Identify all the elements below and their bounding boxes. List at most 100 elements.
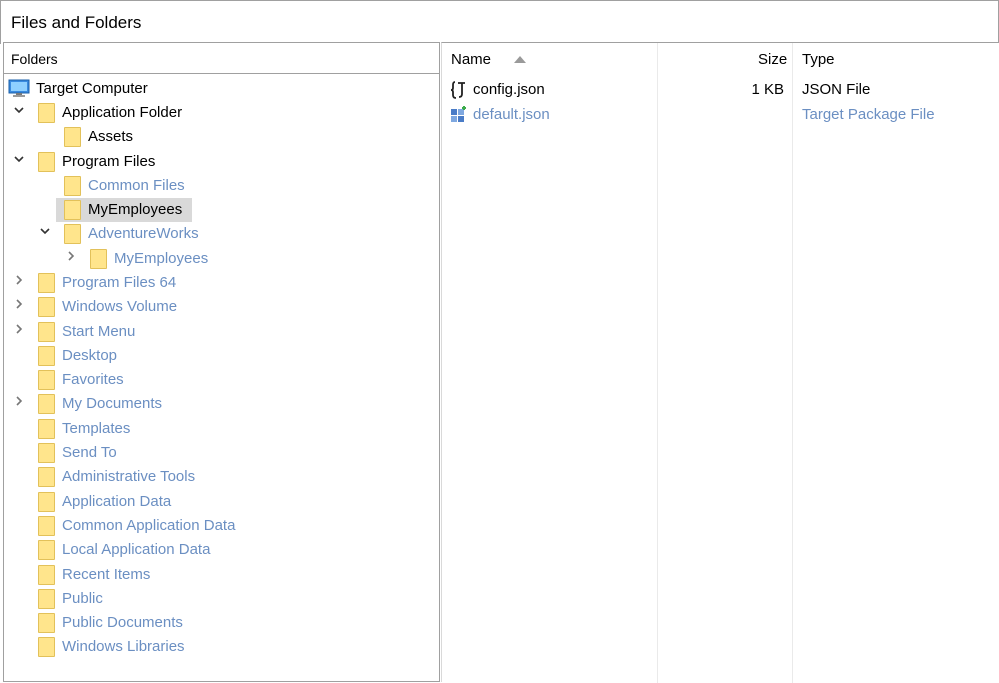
folder-icon <box>38 613 55 633</box>
tree-item-common-files[interactable]: Common Files <box>8 174 428 198</box>
file-type: Target Package File <box>802 106 935 123</box>
file-size: 1 KB <box>751 81 784 98</box>
folder-icon <box>38 492 55 512</box>
tree-item-label: MyEmployees <box>114 250 209 267</box>
files-pane: Name Size Type config.json 1 KB JSON Fil… <box>441 42 999 683</box>
tree-item-label: Windows Volume <box>62 298 178 315</box>
file-row-config-json[interactable]: config.json 1 KB JSON File <box>442 78 999 102</box>
tree-item-label: My Documents <box>62 395 163 412</box>
tree-item-label: Application Folder <box>62 104 183 121</box>
tree-item-recent-items[interactable]: Recent Items <box>8 563 428 587</box>
folder-icon <box>38 103 55 123</box>
tree-item-common-application-data[interactable]: Common Application Data <box>8 514 428 538</box>
folder-icon <box>38 443 55 463</box>
file-name: default.json <box>473 106 550 123</box>
folder-icon <box>38 637 55 657</box>
folder-icon <box>64 200 81 220</box>
tree-item-label: Target Computer <box>36 80 148 97</box>
tree-item-label: Common Files <box>88 177 185 194</box>
chevron-right-icon[interactable] <box>64 250 78 264</box>
tree-item-label: Windows Libraries <box>62 638 185 655</box>
chevron-right-icon[interactable] <box>12 298 26 312</box>
tree-item-label: Common Application Data <box>62 517 236 534</box>
tree-item-label: Favorites <box>62 371 124 388</box>
tree-item-local-application-data[interactable]: Local Application Data <box>8 538 428 562</box>
tree-item-label: MyEmployees <box>88 201 183 218</box>
tree-item-label: Templates <box>62 420 131 437</box>
tree-item-label: Start Menu <box>62 323 136 340</box>
tree-item-desktop[interactable]: Desktop <box>8 344 428 368</box>
tree-item-label: Program Files 64 <box>62 274 177 291</box>
tree-item-public[interactable]: Public <box>8 587 428 611</box>
folders-header-label: Folders <box>11 51 58 67</box>
chevron-down-icon[interactable] <box>38 225 52 239</box>
folder-icon <box>38 273 55 293</box>
column-header-type[interactable]: Type <box>802 51 835 68</box>
tree-item-adventureworks[interactable]: AdventureWorks <box>8 222 428 246</box>
tree-item-administrative-tools[interactable]: Administrative Tools <box>8 465 428 489</box>
tree-item-assets[interactable]: Assets <box>8 125 428 149</box>
column-divider[interactable] <box>792 43 793 683</box>
file-type: JSON File <box>802 81 871 98</box>
tree-item-program-files[interactable]: Program Files <box>8 150 428 174</box>
tree-item-label: Assets <box>88 128 134 145</box>
chevron-down-icon[interactable] <box>12 104 26 118</box>
folder-icon <box>38 297 55 317</box>
json-file-icon <box>450 80 468 100</box>
column-divider[interactable] <box>657 43 658 683</box>
window-title: Files and Folders <box>11 13 142 32</box>
tree-item-windows-volume[interactable]: Windows Volume <box>8 295 428 319</box>
window-title-bar: Files and Folders <box>0 0 999 44</box>
tree-item-label: Recent Items <box>62 566 151 583</box>
tree-item-label: Local Application Data <box>62 541 211 558</box>
folders-pane: Folders Target Computer Application Fold… <box>3 42 440 682</box>
chevron-right-icon[interactable] <box>12 395 26 409</box>
column-header-size[interactable]: Size <box>758 51 787 68</box>
tree-item-label: Program Files <box>62 153 156 170</box>
chevron-right-icon[interactable] <box>12 274 26 288</box>
tree-item-windows-libraries[interactable]: Windows Libraries <box>8 635 428 659</box>
tree-item-label: Public Documents <box>62 614 183 631</box>
tree-item-myemployees-selected[interactable]: MyEmployees <box>8 198 428 222</box>
tree-item-public-documents[interactable]: Public Documents <box>8 611 428 635</box>
tree-item-label: Send To <box>62 444 117 461</box>
folder-icon <box>38 467 55 487</box>
folder-icon <box>64 127 81 147</box>
tree-item-templates[interactable]: Templates <box>8 417 428 441</box>
folder-icon <box>64 176 81 196</box>
sort-ascending-icon <box>514 56 526 63</box>
folder-icon <box>38 589 55 609</box>
folder-icon <box>38 370 55 390</box>
tree-item-start-menu[interactable]: Start Menu <box>8 320 428 344</box>
tree-item-application-data[interactable]: Application Data <box>8 490 428 514</box>
folder-icon <box>64 224 81 244</box>
file-row-default-json[interactable]: default.json Target Package File <box>442 103 999 127</box>
tree-item-application-folder[interactable]: Application Folder <box>8 101 428 125</box>
folders-header[interactable]: Folders <box>4 43 439 74</box>
tree-item-myemployees-nested[interactable]: MyEmployees <box>8 247 428 271</box>
tree-item-label: Desktop <box>62 347 118 364</box>
tree-item-my-documents[interactable]: My Documents <box>8 392 428 416</box>
folder-icon <box>38 540 55 560</box>
package-file-icon <box>450 105 468 125</box>
tree-item-label: Administrative Tools <box>62 468 196 485</box>
folder-icon <box>38 346 55 366</box>
folder-icon <box>38 565 55 585</box>
tree-item-send-to[interactable]: Send To <box>8 441 428 465</box>
file-name: config.json <box>473 81 545 98</box>
folder-icon <box>38 152 55 172</box>
chevron-down-icon[interactable] <box>12 153 26 167</box>
folder-icon <box>90 249 107 269</box>
folder-icon <box>38 516 55 536</box>
folder-icon <box>38 394 55 414</box>
tree-item-favorites[interactable]: Favorites <box>8 368 428 392</box>
column-header-name[interactable]: Name <box>451 51 491 68</box>
tree-item-label: Public <box>62 590 103 607</box>
tree-item-label: AdventureWorks <box>88 225 199 242</box>
folder-icon <box>38 322 55 342</box>
tree-item-label: Application Data <box>62 493 172 510</box>
tree-item-program-files-64[interactable]: Program Files 64 <box>8 271 428 295</box>
tree-item-target-computer[interactable]: Target Computer <box>8 77 428 101</box>
chevron-right-icon[interactable] <box>12 323 26 337</box>
folder-icon <box>38 419 55 439</box>
